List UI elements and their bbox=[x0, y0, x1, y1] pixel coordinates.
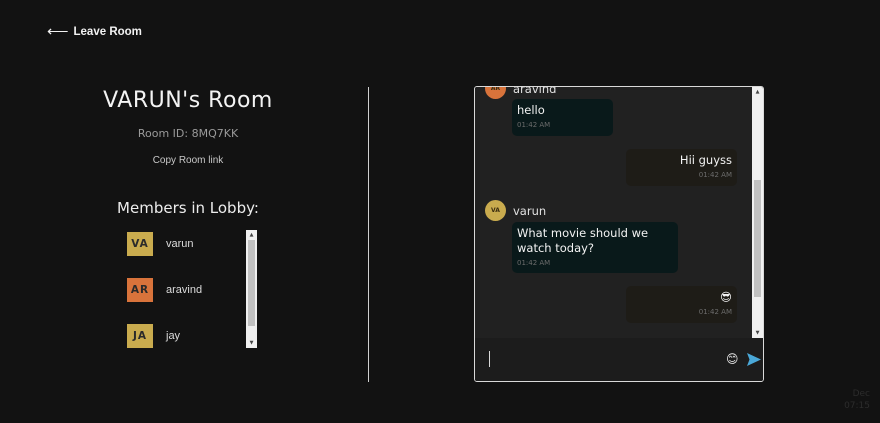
member-list: VA varun AR aravind JA jay ▲ ▼ bbox=[126, 228, 257, 348]
message-text: hello bbox=[517, 103, 545, 117]
members-title: Members in Lobby: bbox=[117, 199, 259, 217]
message-text: What movie should we watch today? bbox=[517, 226, 649, 255]
member-name: varun bbox=[166, 238, 194, 250]
scroll-up-icon[interactable]: ▲ bbox=[752, 88, 763, 96]
message-sender: AR aravind bbox=[485, 87, 556, 99]
scroll-up-icon[interactable]: ▲ bbox=[246, 231, 257, 239]
leave-room-label: Leave Room bbox=[73, 25, 142, 38]
member-item: VA varun bbox=[127, 232, 194, 256]
message-input[interactable]: 😊 bbox=[475, 338, 763, 381]
scroll-down-icon[interactable]: ▼ bbox=[752, 329, 763, 337]
message-bubble-outgoing: 😎 01:42 AM bbox=[626, 286, 737, 323]
send-icon[interactable] bbox=[747, 351, 761, 370]
message-time: 01:42 AM bbox=[517, 259, 551, 267]
message-time: 01:42 AM bbox=[517, 121, 551, 129]
divider bbox=[368, 87, 369, 382]
message-sender: VA varun bbox=[485, 200, 546, 221]
message-text: Hii guyss bbox=[679, 153, 732, 167]
message-text: 😎 bbox=[720, 290, 732, 304]
system-clock: Dec 07:15 bbox=[844, 388, 870, 412]
text-cursor bbox=[489, 351, 490, 367]
chat-panel: AR aravind hello 01:42 AM Hii guyss 01:4… bbox=[474, 86, 764, 382]
clock-date: Dec bbox=[852, 389, 870, 399]
scroll-thumb[interactable] bbox=[754, 180, 761, 297]
member-avatar: AR bbox=[127, 278, 153, 302]
message-list: AR aravind hello 01:42 AM Hii guyss 01:4… bbox=[475, 87, 753, 338]
room-title: VARUN's Room bbox=[103, 88, 273, 113]
member-item: AR aravind bbox=[127, 278, 202, 302]
member-list-scrollbar[interactable]: ▲ ▼ bbox=[246, 230, 257, 348]
room-info-panel: VARUN's Room Room ID: 8MQ7KK Copy Room l… bbox=[88, 88, 288, 217]
sender-avatar: AR bbox=[485, 87, 506, 99]
clock-time: 07:15 bbox=[844, 401, 870, 411]
message-bubble-outgoing: Hii guyss 01:42 AM bbox=[626, 149, 737, 186]
sender-name: aravind bbox=[513, 87, 557, 96]
copy-room-link[interactable]: Copy Room link bbox=[88, 155, 288, 166]
message-time: 01:42 AM bbox=[698, 308, 732, 316]
message-bubble-incoming: What movie should we watch today? 01:42 … bbox=[512, 222, 678, 273]
leave-room-link[interactable]: ⟵ Leave Room bbox=[47, 24, 142, 39]
room-id: Room ID: 8MQ7KK bbox=[137, 127, 239, 140]
member-avatar: VA bbox=[127, 232, 153, 256]
emoji-icon[interactable]: 😊 bbox=[726, 352, 739, 366]
member-item: JA jay bbox=[127, 324, 180, 348]
message-time: 01:42 AM bbox=[698, 171, 732, 179]
scroll-down-icon[interactable]: ▼ bbox=[246, 339, 257, 347]
scroll-thumb[interactable] bbox=[248, 240, 255, 326]
message-bubble-incoming: hello 01:42 AM bbox=[512, 99, 613, 136]
sender-name: varun bbox=[513, 203, 547, 218]
back-arrow-icon: ⟵ bbox=[47, 23, 69, 40]
member-name: jay bbox=[166, 330, 181, 342]
chat-scrollbar[interactable]: ▲ ▼ bbox=[752, 87, 763, 338]
sender-avatar: VA bbox=[485, 200, 506, 221]
member-avatar: JA bbox=[127, 324, 153, 348]
member-name: aravind bbox=[166, 284, 203, 296]
